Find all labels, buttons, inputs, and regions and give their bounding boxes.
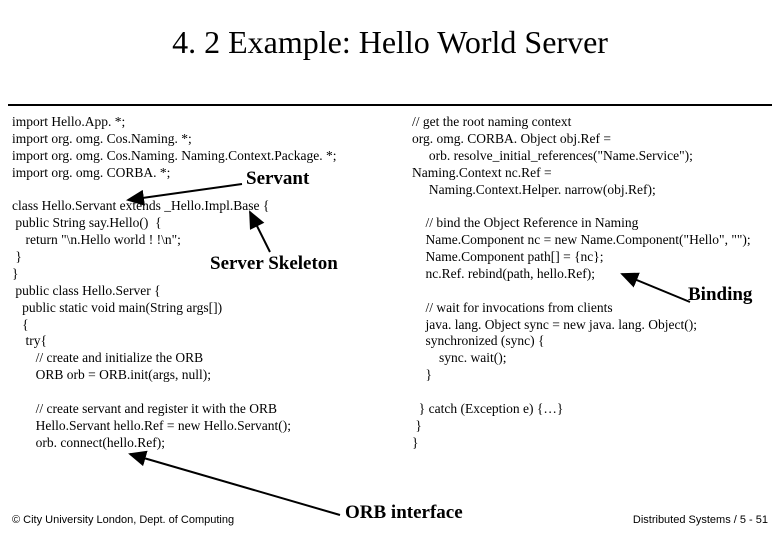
code-right-column: // get the root naming context org. omg.… (412, 114, 751, 452)
footer-right: Distributed Systems / 5 - 51 (633, 514, 768, 526)
label-binding: Binding (688, 284, 752, 306)
label-servant: Servant (246, 168, 309, 190)
code-area: import Hello.App. *; import org. omg. Co… (12, 114, 768, 182)
slide-title: 4. 2 Example: Hello World Server (0, 24, 780, 61)
label-server-skeleton: Server Skeleton (210, 253, 338, 275)
footer-left: © City University London, Dept. of Compu… (12, 514, 234, 526)
label-orb-interface: ORB interface (345, 502, 463, 524)
code-left-column: import Hello.App. *; import org. omg. Co… (12, 114, 336, 452)
title-underline (8, 104, 772, 106)
slide: 4. 2 Example: Hello World Server import … (0, 0, 780, 540)
